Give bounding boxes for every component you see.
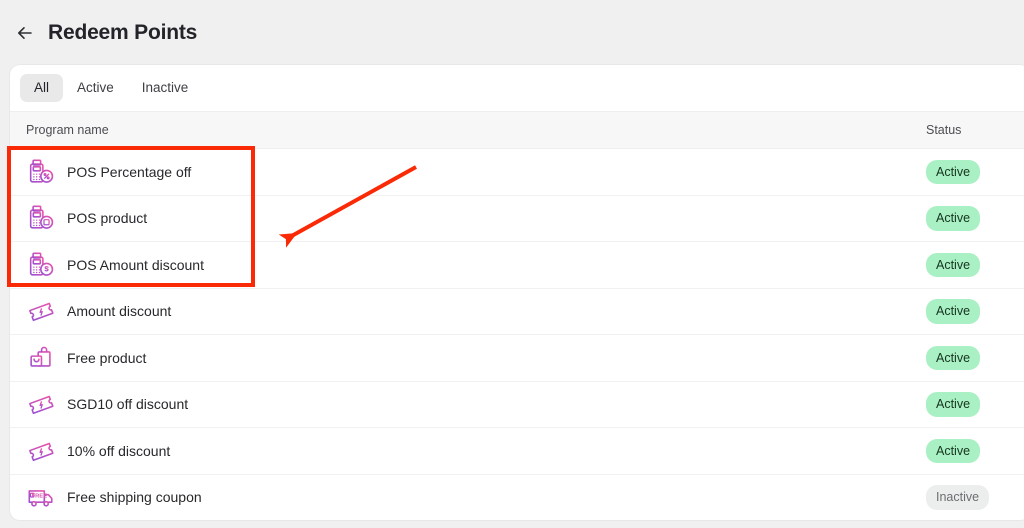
cell-program-name: SGD10 off discount <box>10 381 926 428</box>
coupon-icon <box>29 302 54 322</box>
cell-program-name: POS Percentage off <box>10 149 926 196</box>
page-title: Redeem Points <box>48 20 198 44</box>
table-header-row: Program name Status <box>10 111 1024 149</box>
pos-percentage-icon <box>29 159 54 183</box>
cell-status: Active <box>926 381 1024 428</box>
program-name-label: POS product <box>67 210 148 227</box>
cell-status: Active <box>926 149 1024 196</box>
table-row[interactable]: FREE Free shipping coupon Inactive <box>10 474 1024 520</box>
cell-status: Active <box>926 335 1024 382</box>
program-name-label: Free shipping coupon <box>67 489 202 506</box>
cell-status: Inactive <box>926 474 1024 520</box>
table-row[interactable]: Amount discount Active <box>10 288 1024 335</box>
cell-status: Active <box>926 288 1024 335</box>
table-row[interactable]: Free product Active <box>10 335 1024 382</box>
svg-text:FREE: FREE <box>32 494 48 500</box>
free-shipping-truck-icon: FREE <box>28 490 53 507</box>
program-name-label: SGD10 off discount <box>67 396 189 413</box>
page-header: Redeem Points <box>0 0 1024 65</box>
status-badge: Active <box>926 206 981 231</box>
tab-active[interactable]: Active <box>63 74 128 102</box>
program-name-label: POS Amount discount <box>67 256 204 273</box>
back-button[interactable] <box>14 22 36 44</box>
status-badge: Active <box>926 392 981 417</box>
cell-program-name: 10% off discount <box>10 428 926 475</box>
status-badge: Active <box>926 345 981 370</box>
pos-amount-icon <box>29 252 54 276</box>
cell-status: Active <box>926 195 1024 242</box>
table-head: Program name Status <box>10 111 1024 149</box>
cell-program-name: FREE Free shipping coupon <box>10 474 926 520</box>
table-body: POS Percentage off Active POS product Ac… <box>10 149 1024 520</box>
cell-program-name: Amount discount <box>10 288 926 335</box>
status-badge: Active <box>926 299 981 324</box>
tab-all[interactable]: All <box>20 74 64 102</box>
table-row[interactable]: POS Percentage off Active <box>10 149 1024 196</box>
table-row[interactable]: POS product Active <box>10 195 1024 242</box>
status-badge: Active <box>926 159 981 184</box>
table-row[interactable]: SGD10 off discount Active <box>10 381 1024 428</box>
programs-table: Program name Status POS Percentage off A… <box>10 111 1024 520</box>
table-row[interactable]: 10% off discount Active <box>10 428 1024 475</box>
cell-program-name: POS product <box>10 195 926 242</box>
arrow-left-icon <box>18 26 32 39</box>
program-name-label: POS Percentage off <box>67 163 192 180</box>
status-badge: Inactive <box>926 485 990 510</box>
table-row[interactable]: POS Amount discount Active <box>10 242 1024 289</box>
pos-product-icon <box>29 205 54 230</box>
cell-status: Active <box>926 242 1024 289</box>
cell-program-name: Free product <box>10 335 926 382</box>
program-name-label: Free product <box>67 349 147 366</box>
programs-card: All Active Inactive Program name Status <box>10 65 1024 520</box>
status-filter-tabs: All Active Inactive <box>10 65 1024 111</box>
program-name-label: Amount discount <box>67 303 172 320</box>
coupon-icon <box>29 442 54 461</box>
coupon-icon <box>29 395 54 415</box>
cell-status: Active <box>926 428 1024 475</box>
status-badge: Active <box>926 438 981 463</box>
column-header-status: Status <box>926 123 962 137</box>
column-header-program-name: Program name <box>26 123 109 137</box>
shopping-bag-icon <box>30 346 51 367</box>
status-badge: Active <box>926 252 981 277</box>
cell-program-name: POS Amount discount <box>10 242 926 289</box>
program-name-label: 10% off discount <box>67 442 171 459</box>
tab-inactive[interactable]: Inactive <box>128 74 203 102</box>
